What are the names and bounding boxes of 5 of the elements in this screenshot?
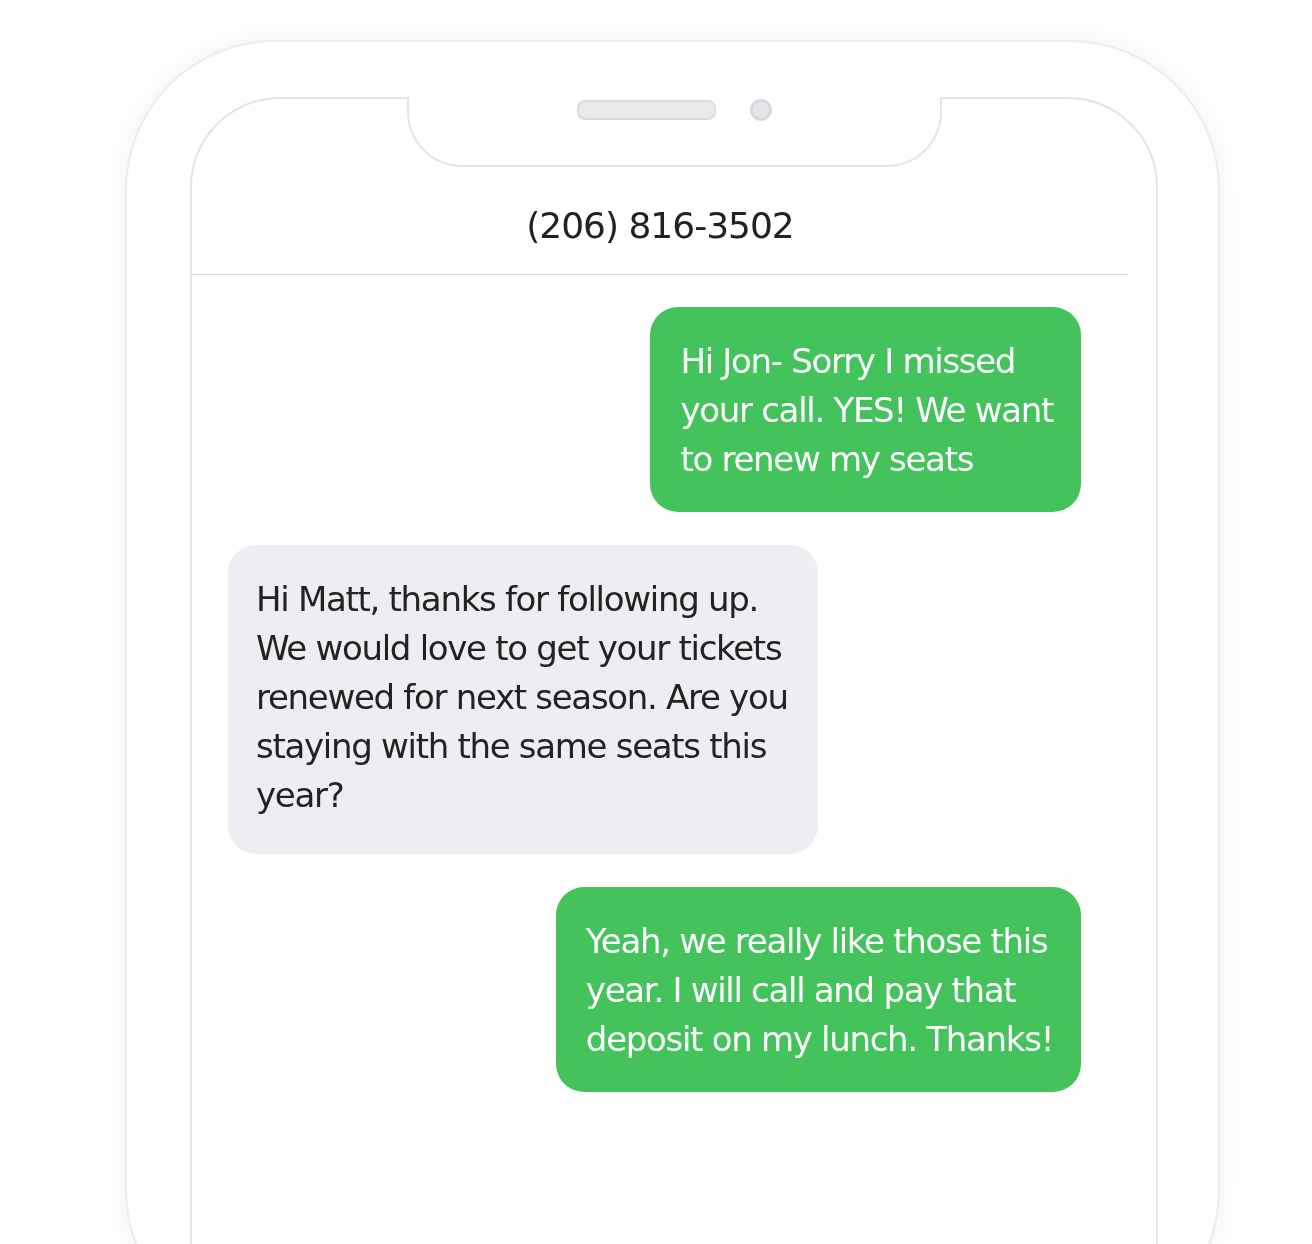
- contact-phone-number: (206) 816-3502: [526, 205, 794, 246]
- received-message-bubble: Hi Matt, thanks for following up. We would love to get your tickets renewed for next season. Are you staying with the same seats this year?: [228, 545, 818, 854]
- sent-message-bubble: Hi Jon- Sorry I missed your call. YES! We want to renew my seats: [650, 307, 1081, 512]
- speaker-icon: [576, 100, 716, 120]
- sent-message-bubble: Yeah, we really like those this year. I will call and pay that deposit on my lunch. Thanks!: [555, 887, 1081, 1092]
